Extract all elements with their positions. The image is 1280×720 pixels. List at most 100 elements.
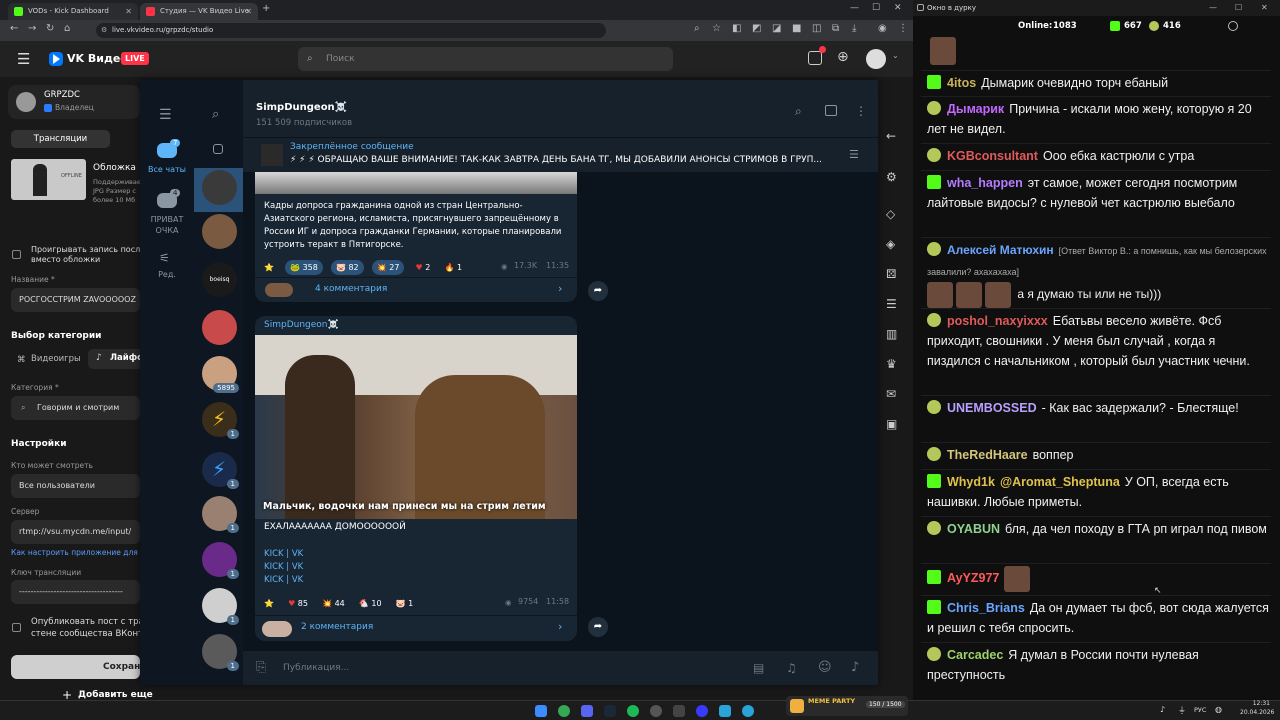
- profile-icon[interactable]: ◉: [878, 23, 887, 34]
- forward-icon[interactable]: →: [28, 23, 36, 34]
- message-input[interactable]: ⎘ Публикация... ▤ ♫ ☺ ♪: [243, 651, 878, 685]
- more-vertical-icon[interactable]: ⋮: [855, 104, 867, 118]
- settings-icon[interactable]: [1228, 21, 1238, 31]
- chat-avatar[interactable]: 1: [202, 588, 239, 625]
- hamburger-menu-icon[interactable]: ☰: [159, 107, 172, 123]
- chat-avatar[interactable]: 5895: [202, 356, 239, 393]
- archive-icon[interactable]: [213, 144, 223, 154]
- avatar[interactable]: [866, 49, 886, 69]
- schedule-icon[interactable]: ▤: [753, 651, 764, 685]
- site-info-icon[interactable]: ⚙: [101, 23, 107, 38]
- maximize-icon[interactable]: ☐: [872, 3, 880, 13]
- folder-edit[interactable]: ⚟ Ред.: [140, 248, 194, 284]
- vk-logo-text[interactable]: VK Видео: [67, 52, 128, 65]
- reaction[interactable]: 🐸 358: [285, 260, 323, 275]
- emoji-icon[interactable]: ☺: [818, 651, 832, 685]
- clock-date[interactable]: 20.04.2026: [1240, 709, 1274, 716]
- back-icon[interactable]: ←: [10, 23, 18, 34]
- chat-avatar[interactable]: [202, 170, 237, 205]
- channel-title[interactable]: SimpDungeon☠️: [256, 102, 347, 113]
- obs-icon[interactable]: [650, 705, 662, 717]
- how-to-setup-link[interactable]: Как настроить приложение для т: [11, 548, 145, 557]
- category-input[interactable]: ⌕ Говорим и смотрим: [11, 396, 140, 420]
- mic-icon[interactable]: ⏚: [1178, 705, 1186, 716]
- extension-icon[interactable]: ◪: [772, 23, 781, 34]
- video-icon[interactable]: ▣: [886, 417, 897, 431]
- title-input[interactable]: РОСГОССТРИМ ZAVOOOOOZ: [11, 288, 140, 312]
- sidebar-toggle-icon[interactable]: [825, 105, 837, 116]
- close-icon[interactable]: ✕: [1261, 0, 1268, 16]
- chat-avatar[interactable]: ⚡ 1: [202, 402, 239, 439]
- speaker-icon[interactable]: ♪: [1160, 705, 1165, 714]
- stream-link[interactable]: KICK | VK: [264, 549, 303, 559]
- pinned-message-bar[interactable]: Закреплённое сообщение ⚡ ⚡ ⚡ ОБРАЩАЮ ВАШ…: [243, 137, 878, 172]
- extension-icon[interactable]: ■: [792, 23, 801, 34]
- reaction[interactable]: 🐷 82: [330, 260, 364, 275]
- close-tab-icon[interactable]: ✕: [125, 3, 132, 20]
- bookmark-star-icon[interactable]: ☆: [712, 23, 721, 34]
- zoom-icon[interactable]: ⌕: [694, 23, 700, 34]
- chat-avatar[interactable]: 1: [202, 634, 239, 671]
- reaction-star[interactable]: ⭐: [261, 260, 277, 275]
- channel-card[interactable]: GRPZDC Владелец: [8, 85, 140, 119]
- extensions-puzzle-icon[interactable]: ⧉: [832, 23, 839, 34]
- minimize-icon[interactable]: —: [1209, 0, 1217, 16]
- tab-lifestyle[interactable]: ♪ Лайфст: [88, 349, 147, 369]
- microphone-icon[interactable]: ♪: [851, 651, 859, 685]
- add-icon[interactable]: ⊕: [837, 49, 849, 65]
- post-image[interactable]: Мальчик, водочки нам принеси мы на стрим…: [255, 335, 577, 519]
- extension-icon[interactable]: ◩: [752, 23, 761, 34]
- tab-broadcasts[interactable]: Трансляции: [11, 130, 110, 148]
- list-icon[interactable]: ☰: [886, 297, 897, 311]
- comments-link[interactable]: 2 комментария ›: [255, 615, 577, 641]
- stats-icon[interactable]: ▥: [886, 327, 897, 341]
- chat-avatar[interactable]: 1: [202, 496, 239, 533]
- search-icon[interactable]: ⌕: [795, 104, 802, 119]
- chrome-icon[interactable]: [558, 705, 570, 717]
- chevron-down-icon[interactable]: ⌄: [892, 51, 899, 60]
- address-bar[interactable]: ⚙ live.vkvideo.ru/grpzdc/studio: [96, 23, 606, 38]
- share-icon[interactable]: ➦: [588, 281, 608, 301]
- reaction[interactable]: 💥 44: [319, 596, 348, 611]
- stream-link[interactable]: KICK | VK: [264, 562, 303, 572]
- reaction[interactable]: ♥ 2: [413, 260, 434, 275]
- tab-kick-dashboard[interactable]: VODs - Kick Dashboard ✕: [8, 3, 138, 20]
- save-button[interactable]: Сохрани: [11, 655, 140, 679]
- stream-key-field[interactable]: ------------------------------------: [11, 580, 140, 604]
- folder-all-chats[interactable]: 7 Все чаты: [140, 138, 194, 182]
- language-indicator[interactable]: РУС: [1194, 706, 1206, 714]
- close-tab-icon[interactable]: ✕: [245, 3, 252, 20]
- minimize-icon[interactable]: —: [850, 3, 859, 13]
- trophy-icon[interactable]: ♛: [886, 357, 897, 371]
- visibility-select[interactable]: Все пользователи: [11, 474, 140, 498]
- add-more-button[interactable]: Добавить еще: [78, 690, 153, 700]
- notifications-icon[interactable]: [808, 46, 826, 65]
- reaction[interactable]: 🐔 10: [356, 596, 385, 611]
- extension-icon[interactable]: ◫: [812, 23, 821, 34]
- post-video-thumbnail[interactable]: [255, 172, 577, 194]
- chat-bubble-icon[interactable]: ✉: [886, 387, 896, 401]
- app-icon[interactable]: [696, 705, 708, 717]
- reload-icon[interactable]: ↻: [46, 23, 54, 34]
- spotify-icon[interactable]: [627, 705, 639, 717]
- tab-videogames[interactable]: Видеоигры: [31, 354, 81, 364]
- post-author[interactable]: SimpDungeon☠️: [264, 320, 339, 330]
- reaction-star[interactable]: ⭐: [261, 596, 277, 611]
- pinned-list-icon[interactable]: ☰: [849, 148, 859, 161]
- start-menu-icon[interactable]: [535, 705, 547, 717]
- bell-icon[interactable]: ♫: [786, 651, 797, 685]
- clock-time[interactable]: 12:31: [1240, 700, 1270, 707]
- app-icon[interactable]: [673, 705, 685, 717]
- download-icon[interactable]: ⤓: [852, 23, 856, 34]
- discord-icon[interactable]: [581, 705, 593, 717]
- vk-logo-icon[interactable]: [49, 52, 63, 66]
- close-window-icon[interactable]: ✕: [894, 3, 902, 13]
- menu-kebab-icon[interactable]: ⋮: [898, 23, 908, 34]
- network-icon[interactable]: ◍: [1215, 705, 1222, 714]
- dice-icon[interactable]: ⚄: [886, 267, 896, 281]
- reaction[interactable]: 💥 27: [371, 260, 405, 275]
- home-icon[interactable]: ⌂: [64, 23, 70, 34]
- settings-gear-icon[interactable]: ⚙: [886, 170, 897, 184]
- record-checkbox[interactable]: [12, 250, 21, 259]
- tab-vk-studio[interactable]: Студия — VK Видео Live ✕: [140, 3, 258, 20]
